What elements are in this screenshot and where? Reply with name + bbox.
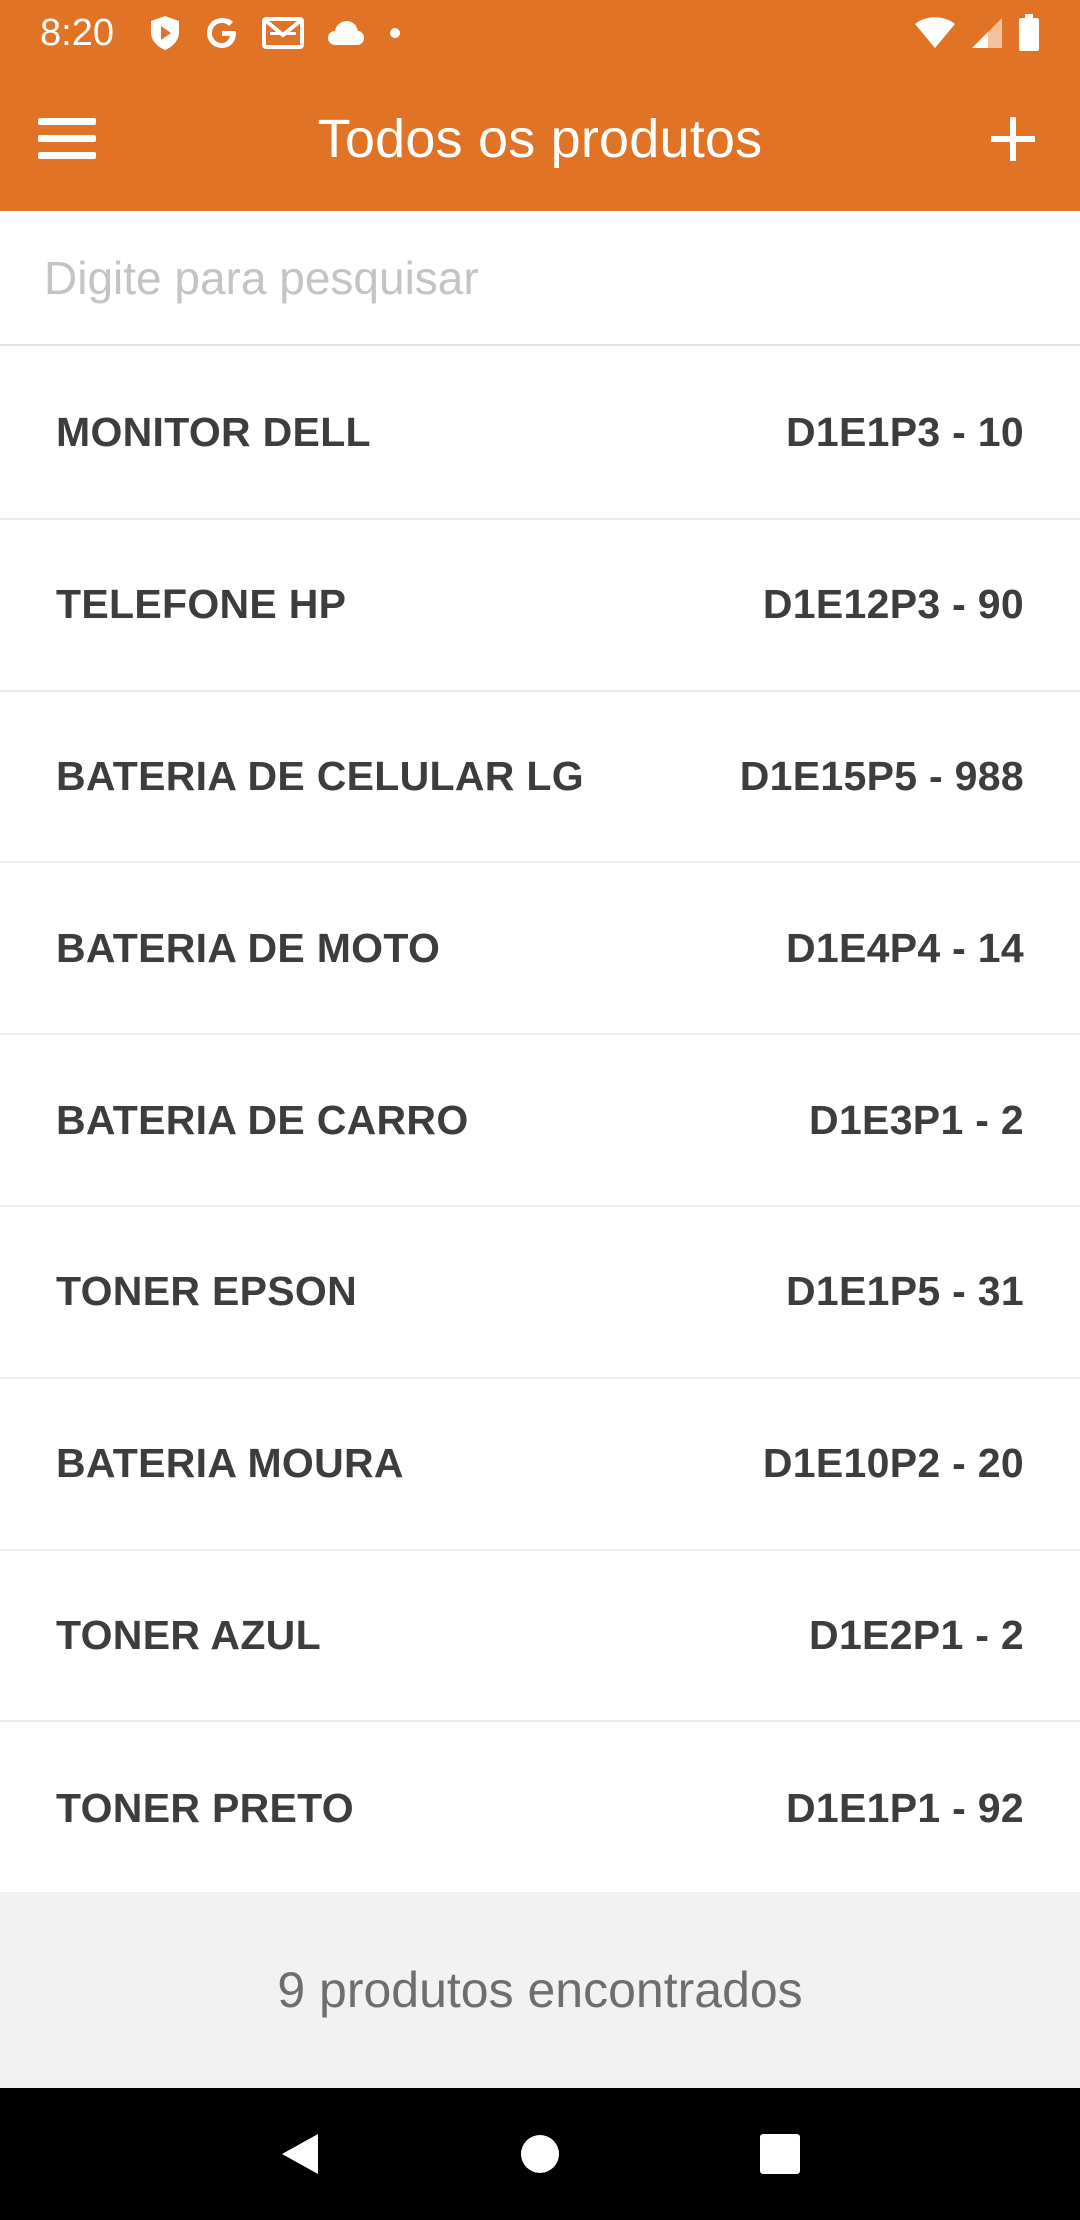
recents-icon <box>760 2134 800 2174</box>
screen: 8:20 Todos os produtos Digite para pesqu… <box>0 0 1080 2220</box>
results-footer: 9 produtos encontrados <box>0 1892 1080 2088</box>
product-code: D1E12P3 - 90 <box>762 581 1024 628</box>
product-code: D1E3P1 - 2 <box>809 1096 1024 1143</box>
product-code: D1E10P2 - 20 <box>762 1440 1024 1487</box>
status-left: 8:20 <box>40 12 402 55</box>
product-row[interactable]: BATERIA DE MOTO D1E4P4 - 14 <box>0 863 1080 1036</box>
product-list: MONITOR DELL D1E1P3 - 10 TELEFONE HP D1E12P… <box>0 348 1080 1895</box>
product-code: D1E15P5 - 988 <box>739 752 1024 799</box>
product-name: TONER EPSON <box>56 1268 357 1315</box>
add-product-button[interactable] <box>976 102 1050 176</box>
product-name: BATERIA DE MOTO <box>56 924 441 971</box>
signal-icon <box>970 16 1004 50</box>
product-name: TONER PRETO <box>56 1784 354 1831</box>
product-row[interactable]: BATERIA MOURA D1E10P2 - 20 <box>0 1378 1080 1551</box>
back-icon <box>282 2134 318 2174</box>
product-code: D1E4P4 - 14 <box>785 924 1024 971</box>
status-bar: 8:20 <box>0 0 1080 66</box>
recents-button[interactable] <box>740 2114 820 2194</box>
product-code: D1E2P1 - 2 <box>809 1611 1024 1658</box>
back-button[interactable] <box>260 2114 340 2194</box>
plus-icon <box>991 117 1035 161</box>
product-code: D1E1P5 - 31 <box>785 1268 1024 1315</box>
product-name: BATERIA DE CELULAR LG <box>56 752 584 799</box>
results-count: 9 produtos encontrados <box>277 1962 803 2018</box>
product-row[interactable]: TELEFONE HP D1E12P3 - 90 <box>0 519 1080 692</box>
gmail-icon <box>261 16 304 50</box>
search-bar <box>0 211 1080 346</box>
product-name: MONITOR DELL <box>56 409 371 456</box>
product-row[interactable]: BATERIA DE CELULAR LG D1E15P5 - 988 <box>0 691 1080 864</box>
product-code: D1E1P1 - 92 <box>785 1784 1024 1831</box>
cloud-icon <box>326 19 366 47</box>
product-name: BATERIA MOURA <box>56 1440 404 1487</box>
product-name: TELEFONE HP <box>56 581 347 628</box>
home-icon <box>521 2135 559 2173</box>
product-row[interactable]: TONER AZUL D1E2P1 - 2 <box>0 1550 1080 1723</box>
status-time: 8:20 <box>40 11 114 54</box>
product-row[interactable]: MONITOR DELL D1E1P3 - 10 <box>0 348 1080 520</box>
product-code: D1E1P3 - 10 <box>785 409 1024 456</box>
shield-icon <box>148 14 182 52</box>
system-nav-bar <box>0 2088 1080 2220</box>
search-input[interactable] <box>0 211 1080 344</box>
home-button[interactable] <box>500 2114 580 2194</box>
status-right <box>914 14 1040 52</box>
product-name: TONER AZUL <box>56 1611 321 1658</box>
product-row[interactable]: BATERIA DE CARRO D1E3P1 - 2 <box>0 1035 1080 1207</box>
battery-icon <box>1018 14 1040 52</box>
product-name: BATERIA DE CARRO <box>56 1096 469 1143</box>
product-row[interactable]: TONER PRETO D1E1P1 - 92 <box>0 1722 1080 1895</box>
wifi-icon <box>914 16 956 50</box>
dot-icon <box>388 26 402 40</box>
app-bar: Todos os produtos <box>0 66 1080 211</box>
product-row[interactable]: TONER EPSON D1E1P5 - 31 <box>0 1206 1080 1379</box>
page-title: Todos os produtos <box>317 108 763 169</box>
google-icon <box>204 15 240 51</box>
